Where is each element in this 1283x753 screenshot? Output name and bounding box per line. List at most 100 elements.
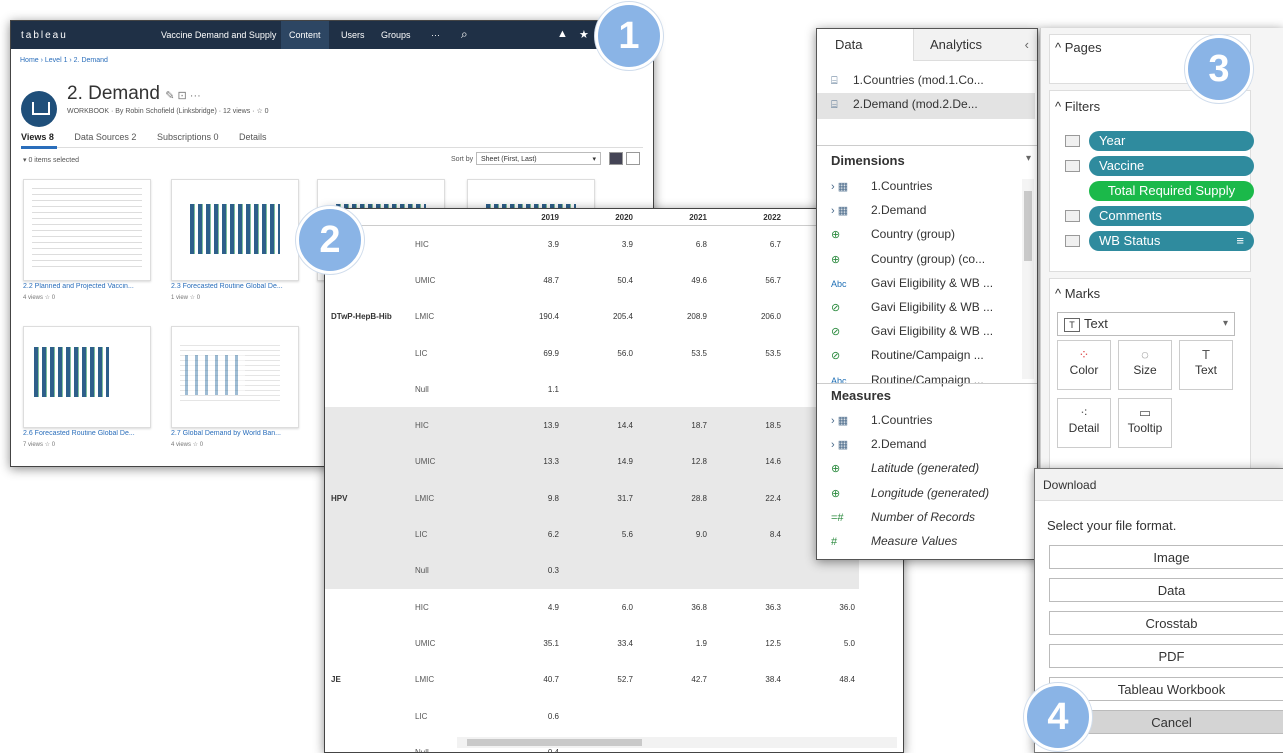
- measure-field[interactable]: ⊕ Latitude (generated): [831, 461, 979, 475]
- view-title[interactable]: 2.2 Planned and Projected Vaccin...: [23, 283, 153, 290]
- nav-more[interactable]: ···: [431, 30, 440, 40]
- marks-detail-button[interactable]: ⁖ Detail: [1057, 398, 1111, 448]
- step-badge-2: 2: [296, 206, 364, 274]
- view-title[interactable]: 2.6 Forecasted Routine Global De...: [23, 430, 153, 437]
- download-data-button[interactable]: Data: [1049, 578, 1283, 602]
- marks-size-button[interactable]: ◌ Size: [1118, 340, 1172, 390]
- workbook-meta: WORKBOOK · By Robin Schofield (Linksbrid…: [67, 108, 269, 115]
- collapse-chevron-icon[interactable]: ‹: [1025, 29, 1029, 61]
- view-thumbnail[interactable]: [171, 179, 299, 281]
- view-thumbnail[interactable]: [171, 326, 299, 428]
- sort-select[interactable]: Sheet (First, Last) ▾: [476, 152, 601, 165]
- download-image-button[interactable]: Image: [1049, 545, 1283, 569]
- measure-field[interactable]: =# Number of Records: [831, 510, 975, 524]
- measure-field[interactable]: # Measure Values: [831, 534, 957, 548]
- table-row: HIC 4.9 6.0 36.8 36.3 36.0: [325, 589, 859, 625]
- tab-views[interactable]: Views 8: [21, 132, 54, 142]
- field-type-icon: Abc: [831, 278, 847, 289]
- selection-count[interactable]: ▾ 0 items selected: [23, 156, 79, 164]
- income-class-cell: LMIC: [415, 312, 435, 322]
- dimension-field[interactable]: ⊘ Gavi Eligibility & WB ...: [831, 324, 993, 338]
- dimension-field[interactable]: › ▦ 2.Demand: [831, 203, 926, 217]
- field-type-icon: ⊕: [831, 253, 841, 266]
- tab-data-sources[interactable]: Data Sources 2: [74, 132, 136, 142]
- dimension-field[interactable]: ⊘ Gavi Eligibility & WB ...: [831, 300, 993, 314]
- income-class-cell: LIC: [415, 711, 428, 721]
- value-cell: 14.4: [563, 407, 637, 444]
- view-thumbnail[interactable]: [23, 326, 151, 428]
- measure-field[interactable]: ⊕ Longitude (generated): [831, 486, 989, 500]
- nav-groups[interactable]: Groups: [381, 30, 411, 40]
- edit-icon[interactable]: ✎ ⊡ ···: [165, 90, 201, 102]
- tableau-logo[interactable]: tableau: [21, 30, 68, 41]
- dimension-field[interactable]: Abc Gavi Eligibility & WB ...: [831, 276, 993, 290]
- project-name[interactable]: Vaccine Demand and Supply: [161, 30, 276, 40]
- marks-shelf-title[interactable]: ^ Marks: [1055, 286, 1100, 301]
- dimension-field[interactable]: Abc Routine/Campaign ...: [831, 373, 984, 387]
- download-crosstab-button[interactable]: Crosstab: [1049, 611, 1283, 635]
- download-pdf-button[interactable]: PDF: [1049, 644, 1283, 668]
- dimension-field[interactable]: › ▦ 1.Countries: [831, 179, 932, 193]
- scrollbar-thumb[interactable]: [467, 739, 642, 746]
- filter-pill-total-required-supply[interactable]: Total Required Supply: [1089, 181, 1254, 201]
- pages-shelf-title[interactable]: ^ Pages: [1055, 40, 1102, 55]
- tab-details[interactable]: Details: [239, 132, 267, 142]
- tab-divider: [21, 147, 643, 148]
- value-cell: 52.7: [617, 675, 633, 685]
- view-title[interactable]: 2.7 Global Demand by World Ban...: [171, 430, 301, 437]
- marks-text-button[interactable]: T Text: [1179, 340, 1233, 390]
- breadcrumb[interactable]: Home › Level 1 › 2. Demand: [20, 57, 108, 64]
- divider: [817, 145, 1037, 146]
- income-class-cell: HIC: [411, 407, 489, 444]
- value-cell: [637, 698, 711, 734]
- income-class-cell: LIC: [411, 516, 489, 553]
- grid-view-button[interactable]: [609, 152, 623, 165]
- favorites-star-icon[interactable]: ★: [579, 28, 589, 41]
- view-thumbnail[interactable]: [23, 179, 151, 281]
- value-cell: [711, 552, 785, 589]
- field-type-icon: #: [831, 536, 838, 548]
- dimension-field[interactable]: ⊕ Country (group) (co...: [831, 252, 985, 266]
- value-cell: 8.4: [711, 516, 785, 553]
- data-source-item[interactable]: ⌸ 1.Countries (mod.1.Co...: [831, 73, 984, 88]
- measure-field[interactable]: › ▦ 1.Countries: [831, 413, 932, 427]
- value-cell: 0.6: [547, 711, 559, 721]
- filter-pill-vaccine[interactable]: Vaccine: [1089, 156, 1254, 176]
- filter-field-icon: [1065, 210, 1080, 222]
- dimensions-menu-icon[interactable]: ▾: [1026, 153, 1031, 164]
- value-cell: 1.1: [547, 384, 559, 394]
- filter-pill-comments[interactable]: Comments: [1089, 206, 1254, 226]
- filters-shelf-title[interactable]: ^ Filters: [1055, 99, 1100, 114]
- value-cell: 69.9: [543, 348, 559, 358]
- dimension-field[interactable]: ⊕ Country (group): [831, 227, 955, 241]
- vertical-scrollbar[interactable]: [1022, 179, 1034, 379]
- filter-pill-year[interactable]: Year: [1089, 131, 1254, 151]
- filter-pill-wb-status[interactable]: WB Status ≡: [1089, 231, 1254, 251]
- vaccine-group-cell: [325, 734, 411, 752]
- value-cell: 18.5: [711, 407, 785, 444]
- table-row: HIC 3.9 3.9 6.8 6.7: [325, 226, 859, 263]
- value-cell: 18.7: [637, 407, 711, 444]
- value-cell: 5.0: [843, 638, 855, 648]
- nav-content[interactable]: Content: [289, 30, 321, 40]
- measure-field[interactable]: › ▦ 2.Demand: [831, 437, 926, 451]
- vaccine-group-cell: [325, 625, 411, 661]
- mark-type-select[interactable]: T Text ▾: [1057, 312, 1235, 336]
- nav-users[interactable]: Users: [341, 30, 365, 40]
- search-icon[interactable]: ⌕: [461, 27, 468, 42]
- view-title[interactable]: 2.3 Forecasted Routine Global De...: [171, 283, 301, 290]
- marks-color-button[interactable]: ⁘ Color: [1057, 340, 1111, 390]
- data-source-item-selected[interactable]: ⌸ 2.Demand (mod.2.De...: [831, 97, 978, 112]
- horizontal-scrollbar[interactable]: [457, 737, 897, 748]
- tab-analytics[interactable]: Analytics ‹: [913, 29, 1037, 61]
- alert-icon[interactable]: ▲: [557, 28, 568, 40]
- marks-tooltip-button[interactable]: ▭ Tooltip: [1118, 398, 1172, 448]
- vaccine-group-cell: HPV: [325, 480, 411, 517]
- shelves-panel: ^ Pages ^ Filters Year Vaccine Total Req…: [1040, 28, 1283, 473]
- tab-subscriptions[interactable]: Subscriptions 0: [157, 132, 219, 142]
- dimension-field[interactable]: ⊘ Routine/Campaign ...: [831, 348, 984, 362]
- list-view-button[interactable]: [626, 152, 640, 165]
- vaccine-group-cell: [325, 589, 411, 625]
- scrollbar-thumb[interactable]: [1024, 191, 1032, 261]
- tab-data[interactable]: Data: [817, 29, 913, 61]
